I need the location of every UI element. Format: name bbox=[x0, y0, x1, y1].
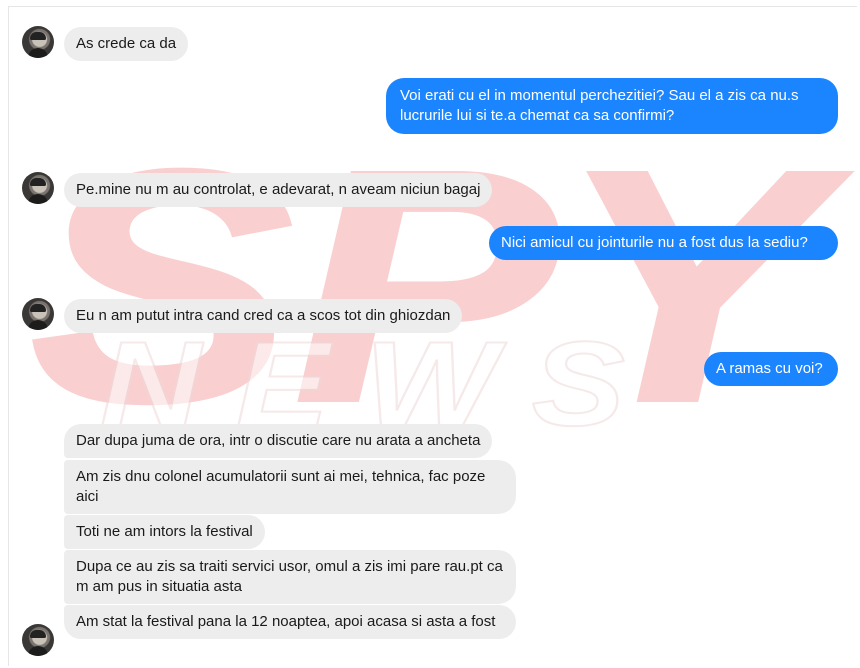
incoming-message[interactable]: Am zis dnu colonel acumulatorii sunt ai … bbox=[64, 460, 516, 514]
incoming-message[interactable]: Dar dupa juma de ora, intr o discutie ca… bbox=[64, 424, 493, 458]
message-text: Toti ne am intors la festival bbox=[76, 523, 253, 540]
message-text: A ramas cu voi? bbox=[716, 360, 823, 377]
contact-avatar[interactable] bbox=[22, 26, 54, 58]
message-text: Am zis dnu colonel acumulatorii sunt ai … bbox=[76, 468, 486, 505]
outgoing-message[interactable]: A ramas cu voi? bbox=[704, 352, 838, 386]
message-text: Dupa ce au zis sa traiti servici usor, o… bbox=[76, 558, 503, 595]
incoming-message[interactable]: As crede ca da bbox=[64, 27, 189, 61]
message-text: Voi erati cu el in momentul perchezitiei… bbox=[400, 87, 799, 124]
message-text: Pe.mine nu m au controlat, e adevarat, n… bbox=[76, 181, 481, 198]
outgoing-message[interactable]: Voi erati cu el in momentul perchezitiei… bbox=[386, 78, 838, 134]
incoming-message[interactable]: Am stat la festival pana la 12 noaptea, … bbox=[64, 605, 516, 639]
incoming-message[interactable]: Pe.mine nu m au controlat, e adevarat, n… bbox=[64, 173, 493, 207]
contact-avatar[interactable] bbox=[22, 172, 54, 204]
incoming-message[interactable]: Eu n am putut intra cand cred ca a scos … bbox=[64, 299, 463, 333]
message-text: Eu n am putut intra cand cred ca a scos … bbox=[76, 307, 451, 324]
message-text: Dar dupa juma de ora, intr o discutie ca… bbox=[76, 432, 481, 449]
message-text: As crede ca da bbox=[76, 35, 177, 52]
incoming-message[interactable]: Dupa ce au zis sa traiti servici usor, o… bbox=[64, 550, 516, 604]
message-text: Am stat la festival pana la 12 noaptea, … bbox=[76, 613, 496, 630]
message-text: Nici amicul cu jointurile nu a fost dus … bbox=[501, 234, 808, 251]
outgoing-message[interactable]: Nici amicul cu jointurile nu a fost dus … bbox=[489, 226, 838, 260]
contact-avatar[interactable] bbox=[22, 298, 54, 330]
incoming-message[interactable]: Toti ne am intors la festival bbox=[64, 515, 265, 549]
contact-avatar[interactable] bbox=[22, 624, 54, 656]
